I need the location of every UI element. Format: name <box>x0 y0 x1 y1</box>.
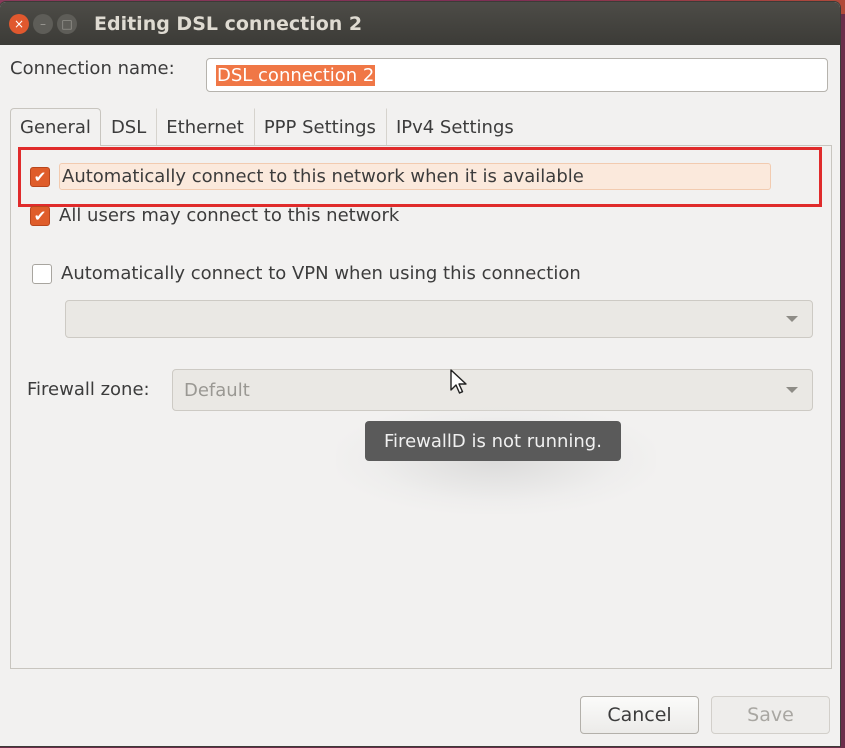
auto-vpn-checkbox[interactable] <box>32 263 52 284</box>
edit-connection-dialog: × – □ Editing DSL connection 2 Connectio… <box>0 2 840 746</box>
auto-vpn-row[interactable]: Automatically connect to VPN when using … <box>32 263 581 284</box>
connection-name-row: Connection name: DSL connection 2 <box>10 58 828 92</box>
auto-connect-label: Automatically connect to this network wh… <box>59 163 771 190</box>
tab-dsl[interactable]: DSL <box>101 108 156 146</box>
auto-connect-checkbox[interactable]: ✔ <box>30 166 50 187</box>
checkmark-icon: ✔ <box>33 167 47 186</box>
close-window-button[interactable]: × <box>9 13 29 34</box>
tab-general[interactable]: General <box>10 108 101 146</box>
all-users-checkbox[interactable]: ✔ <box>30 205 50 226</box>
tab-ppp-settings[interactable]: PPP Settings <box>253 108 386 146</box>
firewall-zone-value: Default <box>184 379 250 401</box>
chevron-down-icon <box>786 387 798 393</box>
firewall-tooltip: FirewallD is not running. <box>365 421 621 461</box>
window-title: Editing DSL connection 2 <box>94 12 363 35</box>
mouse-pointer-icon <box>450 369 467 394</box>
minimize-icon: – <box>40 16 46 31</box>
tab-ethernet[interactable]: Ethernet <box>156 108 254 146</box>
cancel-button[interactable]: Cancel <box>580 696 699 734</box>
auto-connect-row[interactable]: ✔ Automatically connect to this network … <box>30 163 771 190</box>
tab-ipv4-settings[interactable]: IPv4 Settings <box>385 108 524 146</box>
all-users-label: All users may connect to this network <box>59 205 400 226</box>
title-bar: × – □ Editing DSL connection 2 <box>0 2 840 45</box>
connection-name-value: DSL connection 2 <box>216 64 376 86</box>
all-users-row[interactable]: ✔ All users may connect to this network <box>30 205 399 226</box>
connection-name-label: Connection name: <box>10 58 175 79</box>
close-icon: × <box>13 16 25 31</box>
auto-vpn-label: Automatically connect to VPN when using … <box>61 263 581 284</box>
minimize-window-button[interactable]: – <box>33 13 53 34</box>
vpn-select[interactable] <box>65 300 813 338</box>
firewall-zone-label: Firewall zone: <box>27 379 150 400</box>
save-button[interactable]: Save <box>711 696 830 734</box>
chevron-down-icon <box>786 316 798 322</box>
connection-name-input[interactable]: DSL connection 2 <box>206 58 828 92</box>
tab-bar: General DSL Ethernet PPP Settings IPv4 S… <box>10 108 524 146</box>
maximize-window-button[interactable]: □ <box>57 13 77 34</box>
checkmark-icon: ✔ <box>33 206 47 225</box>
maximize-icon: □ <box>61 16 73 31</box>
